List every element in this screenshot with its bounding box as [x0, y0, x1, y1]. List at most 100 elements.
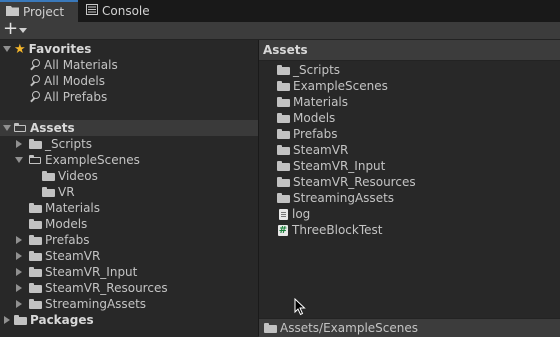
project-toolbar: +: [0, 19, 560, 40]
asset-item-steamvr-resources[interactable]: SteamVR_Resources: [277, 174, 416, 190]
text-file-icon: [279, 208, 288, 220]
tree-item-all-models[interactable]: All Models: [0, 73, 258, 89]
tree-item-videos[interactable]: Videos: [0, 168, 258, 184]
tree-item-steamvr-resources[interactable]: SteamVR_Resources: [0, 280, 258, 296]
asset-label: _Scripts: [293, 63, 341, 77]
folder-icon: [29, 235, 42, 245]
asset-item-steamvr[interactable]: SteamVR: [277, 142, 348, 158]
folder-icon: [277, 113, 290, 123]
expand-arrow-icon[interactable]: [14, 157, 23, 163]
asset-label: Materials: [293, 95, 349, 109]
asset-label: SteamVR_Resources: [293, 175, 416, 189]
asset-list-header: Assets: [259, 40, 560, 61]
folder-icon: [14, 315, 27, 325]
tree-item-steamvr[interactable]: SteamVR: [0, 248, 258, 264]
expand-arrow-icon[interactable]: [14, 140, 23, 148]
tree-label: Prefabs: [45, 233, 90, 247]
tree-label: _Scripts: [45, 137, 93, 151]
tree-label: Videos: [58, 169, 98, 183]
folder-open-icon: [29, 155, 42, 165]
tab-console[interactable]: Console: [80, 0, 160, 22]
asset-label: ThreeBlockTest: [292, 223, 383, 237]
asset-item-steamvr-input[interactable]: SteamVR_Input: [277, 158, 385, 174]
tree-label: All Materials: [44, 58, 118, 72]
tab-label: Console: [102, 4, 150, 18]
expand-arrow-icon[interactable]: [14, 252, 23, 260]
tree-item-all-prefabs[interactable]: All Prefabs: [0, 89, 258, 105]
asset-item-scripts[interactable]: _Scripts: [277, 62, 340, 78]
folder-icon: [277, 177, 290, 187]
search-icon: [29, 75, 41, 87]
folder-icon: [264, 323, 277, 333]
asset-label: Models: [293, 111, 336, 125]
expand-arrow-icon[interactable]: [2, 46, 11, 52]
chevron-down-icon[interactable]: [19, 28, 27, 33]
mouse-cursor-icon: [294, 297, 306, 319]
folder-icon: [42, 171, 55, 181]
star-icon: ★: [14, 41, 26, 57]
tree-item-all-materials[interactable]: All Materials: [0, 57, 258, 73]
tree-favorites[interactable]: ★ Favorites: [0, 41, 258, 57]
breadcrumb[interactable]: Assets: [263, 43, 308, 57]
asset-item-models[interactable]: Models: [277, 110, 335, 126]
asset-list-pane: Assets _Scripts ExampleScenes Materials …: [259, 40, 560, 337]
folder-icon: [277, 97, 290, 107]
tree-packages[interactable]: Packages: [0, 312, 258, 328]
console-icon: [86, 4, 98, 18]
asset-item-prefabs[interactable]: Prefabs: [277, 126, 338, 142]
folder-open-icon: [14, 123, 27, 133]
folder-icon: [277, 161, 290, 171]
tree-label: StreamingAssets: [45, 297, 147, 311]
csharp-script-icon: #: [278, 224, 288, 236]
tab-bar: Project Console: [0, 0, 560, 22]
folder-icon: [277, 193, 290, 203]
current-path: Assets/ExampleScenes: [280, 321, 418, 335]
folder-icon: [277, 65, 290, 75]
asset-label: Prefabs: [293, 127, 338, 141]
tree-label: VR: [58, 185, 75, 199]
folder-icon: [277, 81, 290, 91]
expand-arrow-icon[interactable]: [2, 316, 11, 324]
tree-label: ExampleScenes: [45, 153, 140, 167]
tree-label: Assets: [30, 121, 75, 135]
expand-arrow-icon[interactable]: [14, 300, 23, 308]
asset-item-threeblocktest[interactable]: # ThreeBlockTest: [277, 222, 382, 238]
tree-item-steamvr-input[interactable]: SteamVR_Input: [0, 264, 258, 280]
asset-item-streamingassets[interactable]: StreamingAssets: [277, 190, 394, 206]
tree-label: Packages: [30, 313, 94, 327]
expand-arrow-icon[interactable]: [14, 268, 23, 276]
tree-label: All Prefabs: [44, 90, 108, 104]
tree-assets[interactable]: Assets: [0, 120, 258, 136]
folder-icon: [6, 5, 19, 19]
expand-arrow-icon[interactable]: [14, 284, 23, 292]
asset-item-log[interactable]: log: [277, 206, 310, 222]
asset-label: StreamingAssets: [293, 191, 395, 205]
tree-item-models[interactable]: Models: [0, 216, 258, 232]
expand-arrow-icon[interactable]: [14, 236, 23, 244]
folder-icon: [29, 203, 42, 213]
tree-item-streamingassets[interactable]: StreamingAssets: [0, 296, 258, 312]
folder-icon: [29, 139, 42, 149]
asset-label: SteamVR_Input: [293, 159, 386, 173]
tree-label: All Models: [44, 74, 105, 88]
asset-label: SteamVR: [293, 143, 349, 157]
tab-label: Project: [23, 5, 65, 19]
tree-item-materials[interactable]: Materials: [0, 200, 258, 216]
asset-label: ExampleScenes: [293, 79, 388, 93]
tree-item-vr[interactable]: VR: [0, 184, 258, 200]
tree-item-examplescenes[interactable]: ExampleScenes: [0, 152, 258, 168]
folder-icon: [29, 299, 42, 309]
tree-item-prefabs[interactable]: Prefabs: [0, 232, 258, 248]
folder-tree: ★ Favorites All Materials All Models All…: [0, 40, 258, 336]
asset-item-materials[interactable]: Materials: [277, 94, 348, 110]
folder-icon: [277, 145, 290, 155]
folder-icon: [29, 283, 42, 293]
asset-item-examplescenes[interactable]: ExampleScenes: [277, 78, 388, 94]
tree-item-scripts[interactable]: _Scripts: [0, 136, 258, 152]
tree-label: Favorites: [28, 42, 92, 56]
search-icon: [29, 59, 41, 71]
expand-arrow-icon[interactable]: [2, 125, 11, 131]
asset-label: log: [292, 207, 311, 221]
create-button[interactable]: +: [3, 19, 18, 39]
tree-label: SteamVR: [45, 249, 101, 263]
